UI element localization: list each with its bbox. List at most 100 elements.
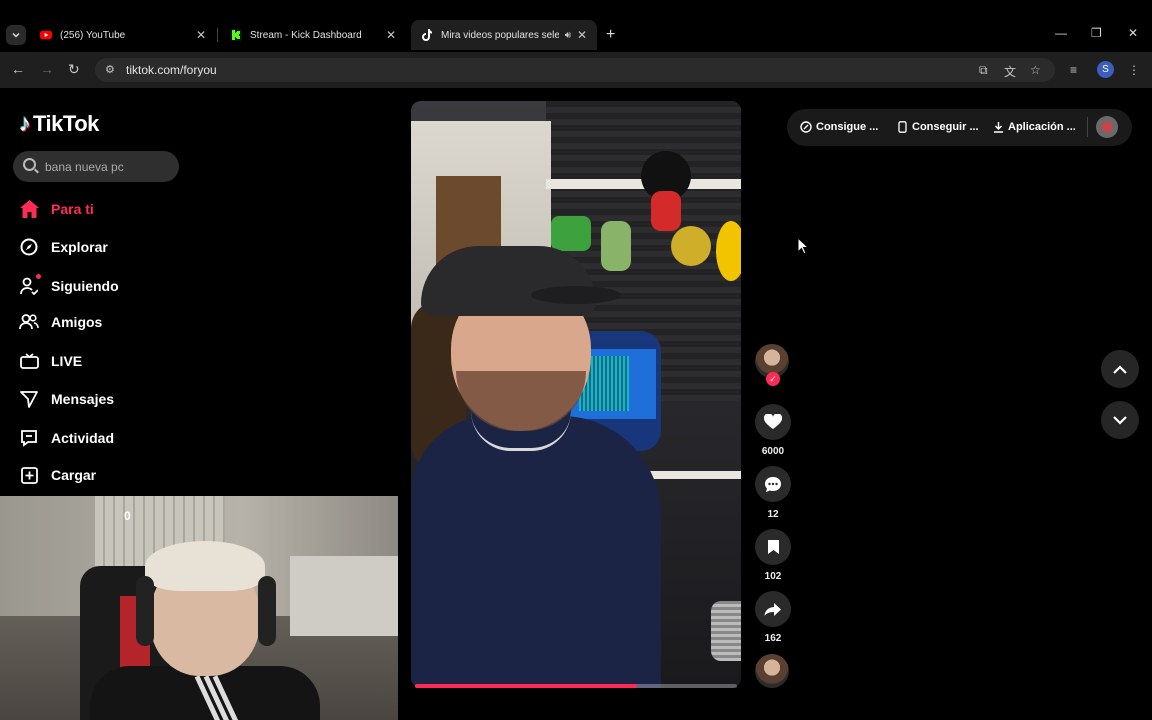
upload-icon — [19, 465, 39, 485]
address-bar[interactable]: ⚙︎ tiktok.com/foryou — [95, 58, 1055, 82]
nav-label: Explorar — [51, 239, 108, 255]
get-app-button[interactable]: Conseguir ... — [896, 121, 979, 133]
nav-label: LIVE — [51, 353, 83, 369]
like-button[interactable] — [755, 404, 791, 440]
user-avatar[interactable] — [1096, 116, 1118, 138]
comment-icon — [765, 476, 781, 492]
home-icon — [19, 199, 39, 219]
chevron-up-icon — [1113, 364, 1127, 374]
site-info-icon[interactable]: ⚙︎ — [105, 63, 115, 76]
close-tab-icon[interactable]: ✕ — [386, 28, 396, 42]
pill-divider — [1087, 117, 1088, 137]
tab-youtube[interactable]: (256) YouTube ✕ — [30, 22, 216, 48]
tiktok-note-icon: ♪ — [19, 110, 31, 137]
notification-dot — [36, 274, 41, 279]
bookmark-icon — [767, 540, 779, 554]
nav-para-ti[interactable]: Para ti — [19, 197, 94, 221]
nav-mensajes[interactable]: Mensajes — [19, 387, 114, 411]
pill-label: Aplicación ... — [1008, 121, 1076, 133]
nav-label: Amigos — [51, 314, 103, 330]
nav-actividad[interactable]: Actividad — [19, 426, 114, 450]
tiktok-icon — [421, 29, 433, 41]
get-coins-button[interactable]: Consigue ... — [800, 121, 878, 133]
video-microphone — [711, 601, 741, 661]
minimize-icon[interactable]: — — [1055, 26, 1067, 40]
menu-icon[interactable]: ⋮ — [1128, 63, 1140, 77]
nav-amigos[interactable]: Amigos — [19, 310, 102, 334]
search-bar[interactable] — [13, 151, 179, 182]
nav-label: Actividad — [51, 430, 115, 446]
next-video-button[interactable] — [1101, 401, 1139, 439]
kick-icon — [230, 29, 242, 41]
mouse-cursor-icon — [797, 237, 809, 255]
tab-title: Stream - Kick Dashboard — [250, 29, 362, 41]
video-progress-fill — [415, 684, 638, 688]
logo-text: TikTok — [33, 111, 99, 136]
like-count: 6000 — [761, 446, 785, 457]
speaker-icon[interactable]: 🔊︎ — [565, 30, 571, 41]
new-tab-button[interactable]: + — [606, 26, 615, 44]
tab-title: (256) YouTube — [60, 29, 126, 41]
share-button[interactable] — [755, 591, 791, 627]
cam-headset-left — [136, 576, 154, 646]
close-tab-icon[interactable]: ✕ — [196, 28, 206, 42]
tab-kick[interactable]: Stream - Kick Dashboard ✕ — [220, 22, 406, 48]
close-window-icon[interactable]: ✕ — [1128, 26, 1138, 40]
video-cap-brim — [531, 286, 621, 304]
nav-label: Siguiendo — [51, 278, 119, 294]
video-person-shirt — [411, 416, 661, 688]
video-person-cap — [421, 246, 596, 316]
search-input[interactable] — [45, 157, 173, 176]
comment-button[interactable] — [755, 466, 791, 502]
nav-explorar[interactable]: Explorar — [19, 235, 108, 259]
nav-label: Cargar — [51, 467, 97, 483]
cam-kitchen-counter — [290, 556, 398, 636]
heart-icon — [764, 414, 782, 429]
cam-headset-right — [258, 576, 276, 646]
previous-video-button[interactable] — [1101, 350, 1139, 388]
bookmark-star-icon[interactable]: ☆ — [1030, 63, 1041, 77]
search-icon[interactable] — [23, 158, 36, 171]
video-lower-shelf — [641, 471, 741, 479]
profile-avatar[interactable]: S — [1097, 61, 1114, 78]
nav-live[interactable]: LIVE — [19, 349, 82, 373]
download-icon — [992, 121, 1004, 133]
desktop-app-button[interactable]: Aplicación ... — [992, 121, 1076, 133]
tab-title: Mira videos populares selec — [441, 29, 559, 41]
reload-icon[interactable]: ↻ — [68, 61, 80, 78]
browser-toolbar: ← → ↻ ⚙︎ tiktok.com/foryou ⧉ 文 ☆ ≡ ⋮ — [0, 52, 1152, 88]
save-count: 102 — [764, 571, 782, 582]
tab-tiktok[interactable]: Mira videos populares selec 🔊︎ ✕ — [411, 20, 597, 50]
follow-check-icon[interactable]: ✓ — [766, 372, 780, 386]
friends-icon — [19, 312, 39, 332]
phone-icon — [896, 121, 908, 133]
restore-icon[interactable]: ❐ — [1091, 26, 1102, 40]
webcam-overlay: 0 — [0, 496, 398, 720]
save-button[interactable] — [755, 529, 791, 565]
coin-icon — [800, 121, 812, 133]
sound-disc-avatar[interactable] — [755, 654, 789, 688]
browser-tab-bar: (256) YouTube ✕ Stream - Kick Dashboard … — [0, 0, 1152, 52]
compass-icon — [19, 237, 39, 257]
nav-cargar[interactable]: Cargar — [19, 463, 96, 487]
video-progress-bar[interactable] — [415, 684, 737, 688]
media-controls-icon[interactable]: ≡ — [1070, 63, 1077, 77]
video-player[interactable] — [411, 101, 741, 688]
install-app-icon[interactable]: ⧉ — [979, 63, 988, 78]
activity-icon — [19, 428, 39, 448]
live-icon — [19, 351, 39, 371]
nav-siguiendo[interactable]: Siguiendo — [19, 274, 119, 298]
forward-icon[interactable]: → — [40, 61, 54, 77]
nav-label: Para ti — [51, 201, 94, 217]
tab-divider — [217, 28, 218, 42]
share-icon — [764, 602, 781, 616]
chevron-down-icon — [12, 32, 20, 38]
tiktok-logo[interactable]: ♪ TikTok — [19, 110, 99, 138]
close-tab-icon[interactable]: ✕ — [577, 28, 587, 42]
share-count: 162 — [764, 633, 782, 644]
chevron-down-icon — [1113, 415, 1127, 425]
back-icon[interactable]: ← — [11, 61, 25, 77]
nav-label: Mensajes — [51, 391, 115, 407]
tab-search-button[interactable] — [6, 25, 26, 45]
translate-icon[interactable]: 文 — [1004, 63, 1016, 80]
